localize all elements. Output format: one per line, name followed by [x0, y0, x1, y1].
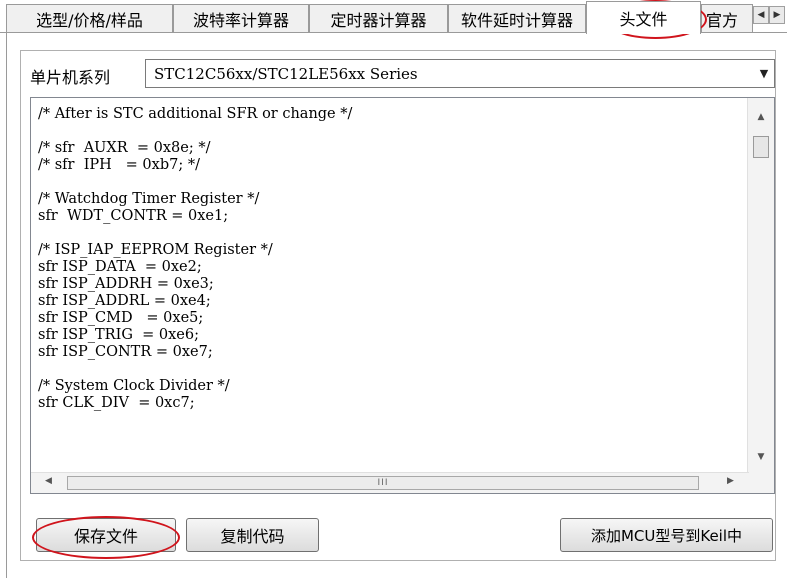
- mcu-series-value: STC12C56xx/STC12LE56xx Series: [154, 64, 418, 83]
- add-mcu-to-keil-button[interactable]: 添加MCU型号到Keil中: [560, 518, 773, 552]
- scroll-right-icon[interactable]: ▶: [727, 476, 734, 486]
- mcu-series-label: 单片机系列: [30, 68, 111, 87]
- add-mcu-to-keil-label: 添加MCU型号到Keil中: [590, 526, 743, 545]
- tab-selection-price-samples[interactable]: 选型/价格/样品: [6, 4, 173, 32]
- tab-label: 选型/价格/样品: [36, 10, 143, 30]
- dropdown-arrow-icon: ▼: [759, 67, 769, 80]
- tab-label: 头文件: [619, 10, 668, 29]
- chevron-left-icon: ◀: [757, 10, 765, 20]
- save-file-button[interactable]: 保存文件: [36, 518, 176, 552]
- vertical-scrollbar[interactable]: ▲ ▼: [747, 98, 774, 474]
- tab-label: 软件延时计算器: [460, 10, 573, 30]
- tab-label: 官方: [706, 10, 739, 30]
- header-code-textarea[interactable]: /* After is STC additional SFR or change…: [30, 97, 775, 494]
- scroll-down-icon[interactable]: ▼: [748, 452, 774, 462]
- tab-software-delay-calculator[interactable]: 软件延时计算器: [448, 4, 586, 32]
- mcu-series-select[interactable]: STC12C56xx/STC12LE56xx Series ▼: [145, 59, 775, 88]
- horizontal-scroll-thumb[interactable]: III: [67, 476, 699, 490]
- save-file-label: 保存文件: [73, 527, 138, 546]
- tab-scroll-right-button[interactable]: ▶: [769, 6, 785, 24]
- horizontal-scrollbar[interactable]: ◀ III ▶: [31, 472, 749, 493]
- copy-code-button[interactable]: 复制代码: [186, 518, 319, 552]
- tab-official[interactable]: 官方: [701, 4, 753, 32]
- header-code-text: /* After is STC additional SFR or change…: [38, 106, 353, 411]
- scroll-grip-icon: III: [377, 478, 389, 488]
- tab-label: 波特率计算器: [192, 10, 289, 30]
- tab-timer-calculator[interactable]: 定时器计算器: [309, 4, 448, 32]
- scrollbar-corner: [748, 473, 774, 493]
- tab-header-file[interactable]: 头文件: [586, 1, 701, 34]
- chevron-right-icon: ▶: [773, 10, 781, 20]
- scroll-up-icon[interactable]: ▲: [748, 112, 774, 122]
- tab-label: 定时器计算器: [330, 10, 427, 30]
- tab-scroll-left-button[interactable]: ◀: [753, 6, 769, 24]
- tab-baud-rate-calculator[interactable]: 波特率计算器: [173, 4, 309, 32]
- scroll-left-icon[interactable]: ◀: [45, 476, 52, 486]
- vertical-scroll-thumb[interactable]: [753, 136, 769, 158]
- tab-strip: 选型/价格/样品 波特率计算器 定时器计算器 软件延时计算器 头文件 官方 ◀ …: [0, 0, 787, 34]
- copy-code-label: 复制代码: [220, 527, 285, 546]
